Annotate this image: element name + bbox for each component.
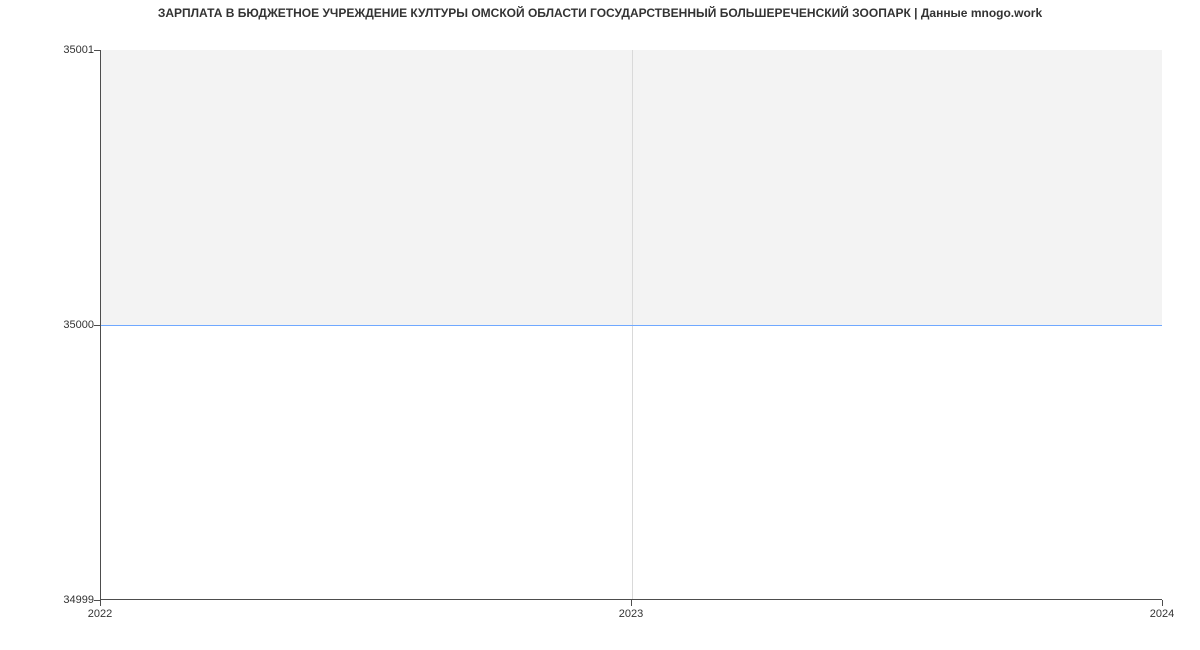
x-tick-mark (631, 600, 632, 606)
y-tick-label: 35000 (63, 319, 94, 331)
plot-area (100, 50, 1162, 600)
x-tick-label: 2022 (88, 608, 112, 620)
series-line (101, 325, 1162, 326)
x-tick-mark (1162, 600, 1163, 606)
x-tick-mark (100, 600, 101, 606)
y-tick-label: 35001 (63, 44, 94, 56)
salary-line-chart: ЗАРПЛАТА В БЮДЖЕТНОЕ УЧРЕЖДЕНИЕ КУЛТУРЫ … (0, 0, 1200, 650)
x-tick-label: 2024 (1150, 608, 1174, 620)
x-tick-label: 2023 (619, 608, 643, 620)
y-tick-label: 34999 (63, 594, 94, 606)
chart-title: ЗАРПЛАТА В БЮДЖЕТНОЕ УЧРЕЖДЕНИЕ КУЛТУРЫ … (0, 6, 1200, 20)
